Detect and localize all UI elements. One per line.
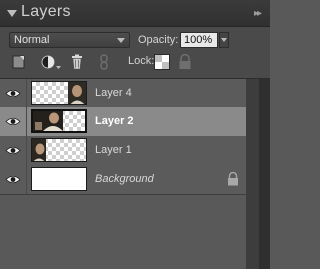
layer-row-background[interactable]: Background [0, 165, 246, 195]
layer-thumbnail [31, 81, 87, 105]
eye-icon [5, 89, 21, 98]
link-layers-icon[interactable] [95, 54, 113, 70]
layers-list: Layer 4 Layer 2 Layer 1 Background [0, 79, 270, 269]
layer-thumbnail [31, 167, 87, 191]
visibility-toggle[interactable] [0, 165, 27, 194]
layer-name: Background [95, 173, 154, 185]
layer-thumbnail [31, 138, 87, 162]
layer-row-layer-1[interactable]: Layer 1 [0, 136, 246, 166]
visibility-toggle[interactable] [0, 136, 27, 165]
opacity-input[interactable]: 100% [180, 32, 218, 48]
layer-controls: Normal Opacity: 100% Lock: [0, 27, 270, 79]
chevron-down-icon [117, 38, 125, 43]
layer-name: Layer 1 [95, 144, 132, 156]
eye-icon [5, 175, 21, 184]
scrollbar-track[interactable] [246, 79, 270, 269]
new-layer-icon[interactable] [10, 54, 28, 70]
layer-thumbnail [31, 109, 87, 133]
panel-menu-icon[interactable]: ▸▸ [254, 8, 262, 19]
opacity-slider-toggle[interactable] [219, 32, 229, 48]
trash-icon[interactable] [68, 54, 86, 70]
panel-title-bar[interactable]: Layers ▸▸ [0, 0, 270, 27]
visibility-toggle[interactable] [0, 107, 27, 136]
eye-icon [5, 146, 21, 155]
opacity-label: Opacity: [138, 34, 179, 46]
lock-icon [228, 172, 238, 186]
panel-title: Layers [21, 3, 71, 20]
blend-mode-dropdown[interactable]: Normal [9, 32, 130, 48]
panel-edge [259, 79, 270, 269]
layer-row-layer-4[interactable]: Layer 4 [0, 79, 246, 109]
adjustment-layer-icon[interactable] [40, 54, 62, 70]
layer-name: Layer 4 [95, 87, 132, 99]
lock-all-icon[interactable] [177, 54, 193, 70]
layer-name: Layer 2 [95, 115, 134, 127]
collapse-triangle-icon[interactable] [7, 10, 17, 17]
layers-panel: Layers ▸▸ Normal Opacity: 100% Lock: Lay… [0, 0, 270, 269]
layer-row-layer-2[interactable]: Layer 2 [0, 107, 246, 137]
eye-icon [5, 117, 21, 126]
blend-mode-value: Normal [14, 34, 50, 46]
lock-label: Lock: [128, 55, 155, 67]
visibility-toggle[interactable] [0, 79, 27, 108]
lock-transparency-icon[interactable] [154, 54, 170, 70]
